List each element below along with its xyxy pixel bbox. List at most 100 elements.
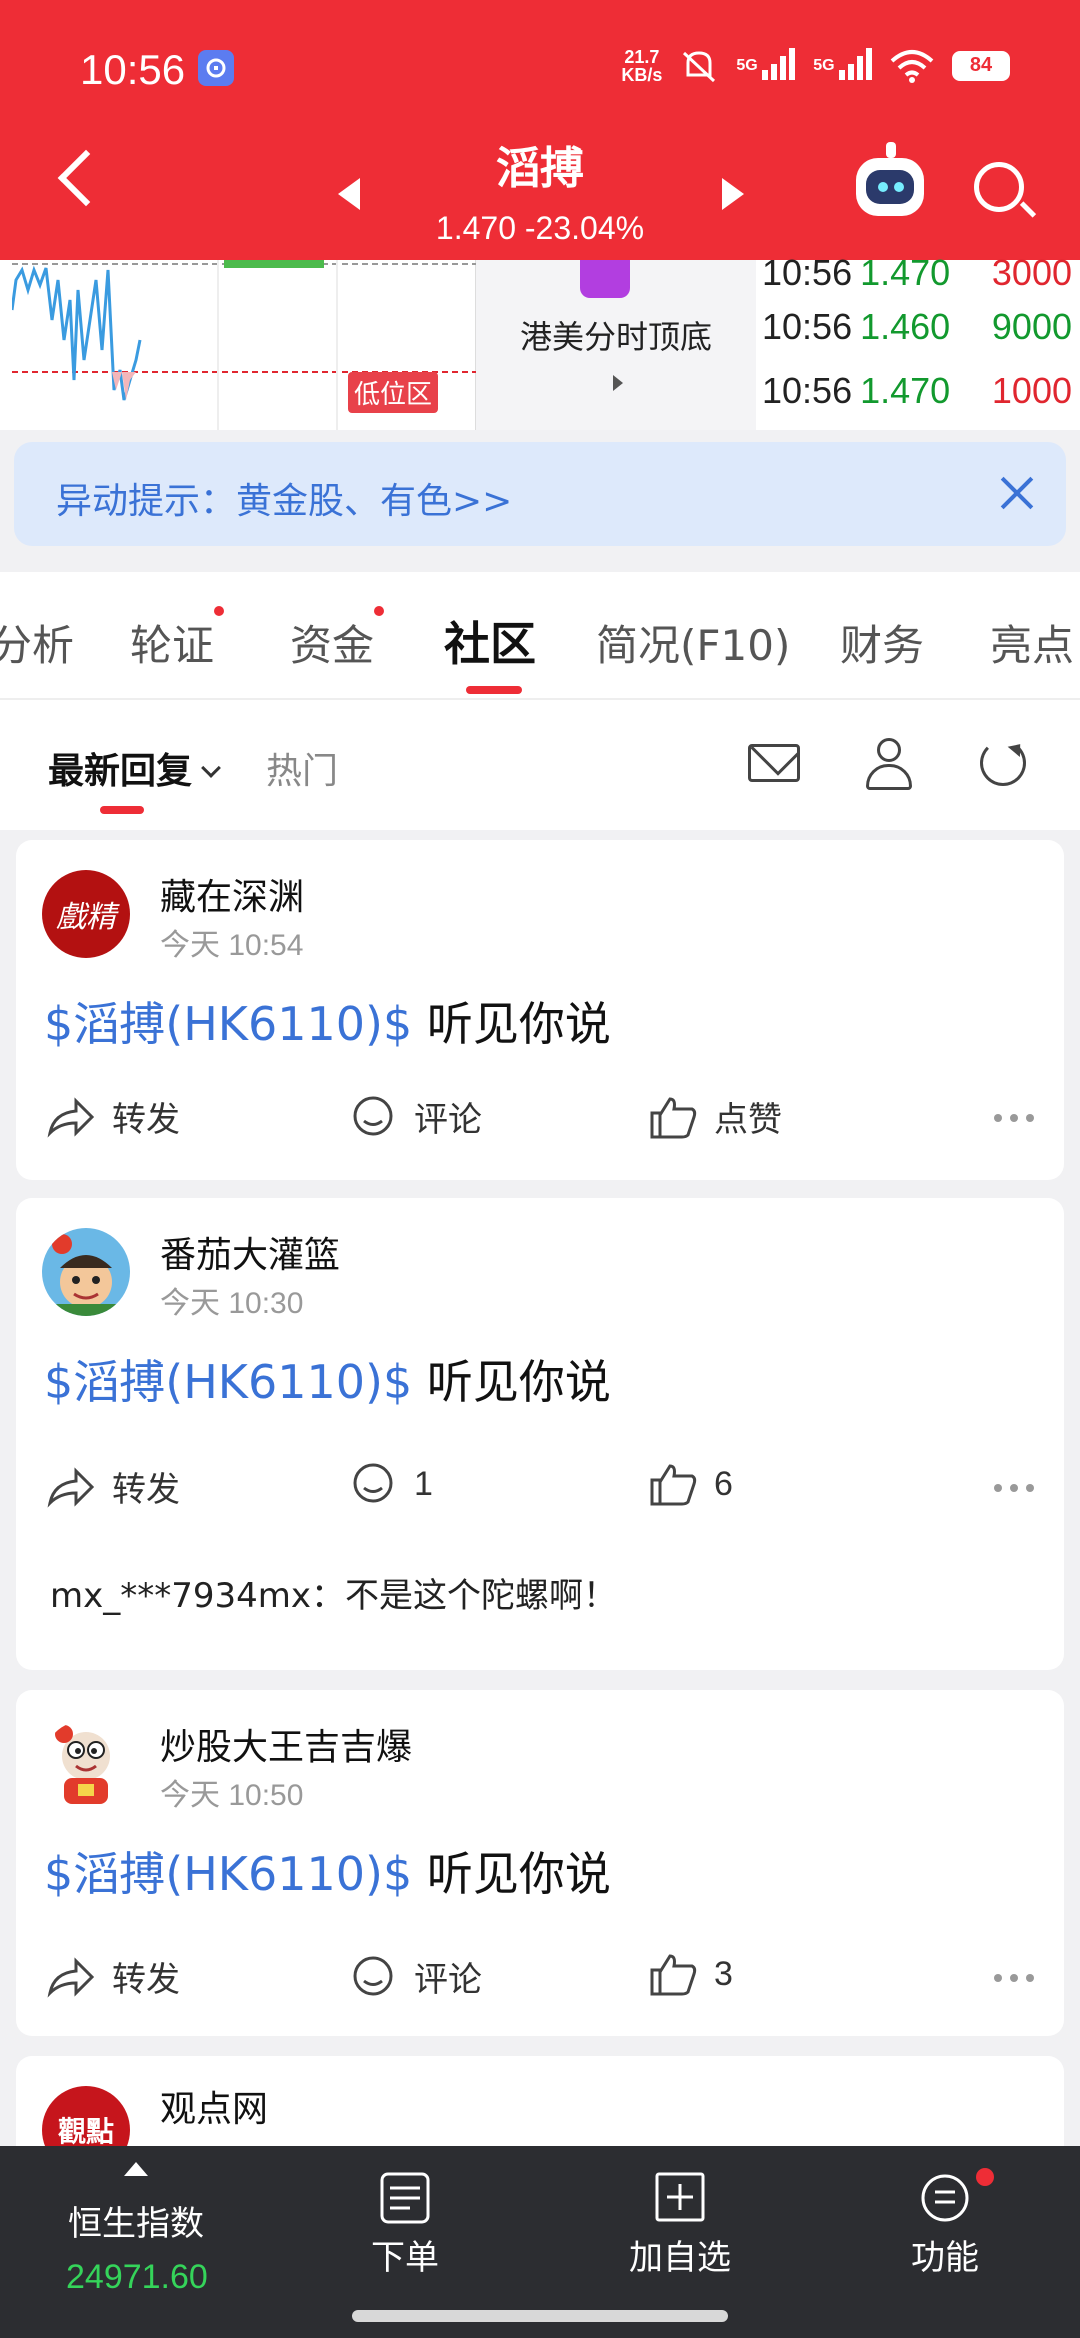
tick-volume: 9000 — [991, 306, 1072, 347]
expand-arrow-icon — [613, 375, 623, 391]
signal-bars-icon — [762, 46, 796, 80]
active-tab-indicator — [466, 686, 522, 694]
tick-time: 10:56 — [762, 370, 853, 411]
post-card[interactable]: 番茄大灌篮 今天 10:30 $滔搏(HK6110)$ 听见你说 转发 1 6 … — [16, 1198, 1064, 1670]
comment-count: 1 — [414, 1464, 433, 1503]
tab-finance[interactable]: 财务 — [840, 612, 924, 673]
home-indicator[interactable] — [352, 2310, 728, 2322]
like-label: 点赞 — [714, 1101, 782, 1139]
stock-link[interactable]: $滔搏(HK6110)$ — [44, 1355, 412, 1409]
post-content[interactable]: $滔搏(HK6110)$ 听见你说 — [44, 1838, 611, 1904]
net-speed-value: 21.7 — [624, 46, 660, 67]
add-watchlist-label: 加自选 — [629, 2238, 731, 2278]
order-button[interactable]: 下单 — [360, 2146, 450, 2279]
tab-f10[interactable]: 简况(F10) — [596, 612, 790, 673]
post-author[interactable]: 番茄大灌篮 — [160, 1226, 340, 1278]
anomaly-alert-banner[interactable]: 异动提示：黄金股、有色>> — [14, 442, 1066, 546]
signal-2: 5G — [813, 46, 872, 85]
avatar[interactable] — [42, 1228, 130, 1316]
post-time: 今天 10:50 — [160, 1779, 304, 1812]
sort-latest-dropdown[interactable]: 最新回复 — [48, 742, 221, 794]
like-button[interactable]: 6 — [648, 1462, 733, 1506]
post-content[interactable]: $滔搏(HK6110)$ 听见你说 — [44, 988, 611, 1054]
stock-price-change: 1.470 -23.04% — [435, 210, 645, 246]
chart-strip: 低位区 港美分时顶底 10:56 1.470 3000 10:56 1.460 9000… — [0, 252, 1080, 430]
stock-link[interactable]: $滔搏(HK6110)$ — [44, 1847, 412, 1901]
tab-label: 资金 — [290, 621, 375, 670]
reply-preview[interactable]: mx_***7934mx：不是这个陀螺啊！ — [50, 1568, 617, 1617]
add-watchlist-button[interactable]: 加自选 — [620, 2146, 740, 2279]
top-bottom-signal-panel[interactable]: 港美分时顶底 — [476, 260, 756, 430]
stock-link[interactable]: $滔搏(HK6110)$ — [44, 997, 412, 1051]
comment-button[interactable]: 1 — [348, 1462, 433, 1506]
menu-circle-icon — [921, 2174, 969, 2222]
mail-icon[interactable] — [748, 744, 800, 782]
tab-capital[interactable]: 资金 — [290, 606, 385, 673]
refresh-icon[interactable] — [980, 740, 1026, 786]
avatar[interactable] — [42, 1720, 130, 1808]
share-icon — [47, 1956, 95, 1998]
next-stock-icon[interactable] — [722, 178, 744, 210]
tab-analysis[interactable]: 分析 — [0, 612, 74, 673]
repost-label: 转发 — [112, 1961, 180, 1999]
repost-label: 转发 — [112, 1471, 180, 1509]
tab-label: 简况(F10) — [596, 621, 791, 670]
avatar-calligraphy: 戲精 — [56, 900, 116, 935]
repost-button[interactable]: 转发 — [46, 1092, 180, 1141]
tab-label: 财务 — [840, 621, 925, 670]
post-card[interactable]: 炒股大王吉吉爆 今天 10:50 $滔搏(HK6110)$ 听见你说 转发 评论… — [16, 1690, 1064, 2036]
post-card[interactable]: 戲精 藏在深渊 今天 10:54 $滔搏(HK6110)$ 听见你说 转发 评论… — [16, 840, 1064, 1180]
mute-icon — [683, 50, 716, 82]
tab-highlights[interactable]: 亮点 — [990, 612, 1074, 673]
post-actions: 转发 1 6 — [16, 1462, 1064, 1522]
post-time: 今天 10:54 — [160, 929, 304, 962]
cartoon-avatar — [55, 1725, 110, 1804]
more-icon[interactable] — [994, 1484, 1034, 1492]
comment-button[interactable]: 评论 — [348, 1952, 482, 2001]
tick-time: 10:56 — [762, 306, 853, 347]
index-name: 恒生指数 — [68, 2204, 204, 2244]
thumbs-up-icon — [650, 1464, 697, 1506]
more-icon[interactable] — [994, 1974, 1034, 1982]
like-button[interactable]: 点赞 — [648, 1092, 782, 1141]
repost-button[interactable]: 转发 — [46, 1952, 180, 2001]
notification-dot — [976, 2168, 994, 2186]
user-icon[interactable] — [866, 738, 912, 790]
post-text: 听见你说 — [412, 1847, 611, 1901]
community-subheader: 最新回复 热门 — [0, 700, 1080, 830]
avatar[interactable]: 戲精 — [42, 870, 130, 958]
post-author[interactable]: 藏在深渊 — [160, 868, 304, 920]
signal-1: 5G — [736, 46, 796, 85]
sort-indicator — [100, 806, 144, 814]
alert-text[interactable]: 异动提示：黄金股、有色>> — [56, 472, 512, 524]
share-icon — [47, 1096, 95, 1138]
thumbs-up-icon — [650, 1096, 697, 1138]
post-content[interactable]: $滔搏(HK6110)$ 听见你说 — [44, 1346, 611, 1412]
tab-community[interactable]: 社区 — [444, 608, 536, 674]
like-button[interactable]: 3 — [648, 1952, 733, 1996]
comment-button[interactable]: 评论 — [348, 1092, 482, 1141]
status-bar: 10:56 21.7 KB/s 5G 5G 84 — [0, 46, 1080, 96]
chevron-down-icon — [201, 758, 221, 778]
functions-button[interactable]: 功能 — [900, 2146, 994, 2279]
sim2-label: 5G — [813, 57, 835, 74]
search-icon[interactable] — [974, 162, 1024, 212]
tick-list: 10:56 1.470 3000 10:56 1.460 9000 10:56 1.470… — [762, 252, 1072, 430]
status-icons: 21.7 KB/s 5G 5G 84 — [621, 46, 1010, 85]
post-author[interactable]: 观点网 — [160, 2080, 268, 2132]
chevron-up-icon — [124, 2162, 148, 2176]
intraday-mini-chart[interactable]: 低位区 — [10, 260, 476, 430]
status-time: 10:56 — [80, 46, 186, 93]
tick-price: 1.470 — [860, 252, 951, 293]
tab-warrants[interactable]: 轮证 — [130, 606, 225, 673]
close-icon[interactable] — [998, 474, 1036, 512]
more-icon[interactable] — [994, 1114, 1034, 1122]
post-author[interactable]: 炒股大王吉吉爆 — [160, 1718, 412, 1770]
sort-hot[interactable]: 热门 — [266, 742, 338, 794]
robot-antenna — [886, 142, 896, 158]
tick-volume: 3000 — [991, 252, 1072, 293]
robot-assistant-icon[interactable] — [856, 142, 924, 216]
order-doc-icon — [380, 2172, 430, 2224]
repost-label: 转发 — [112, 1101, 180, 1139]
repost-button[interactable]: 转发 — [46, 1462, 180, 1511]
